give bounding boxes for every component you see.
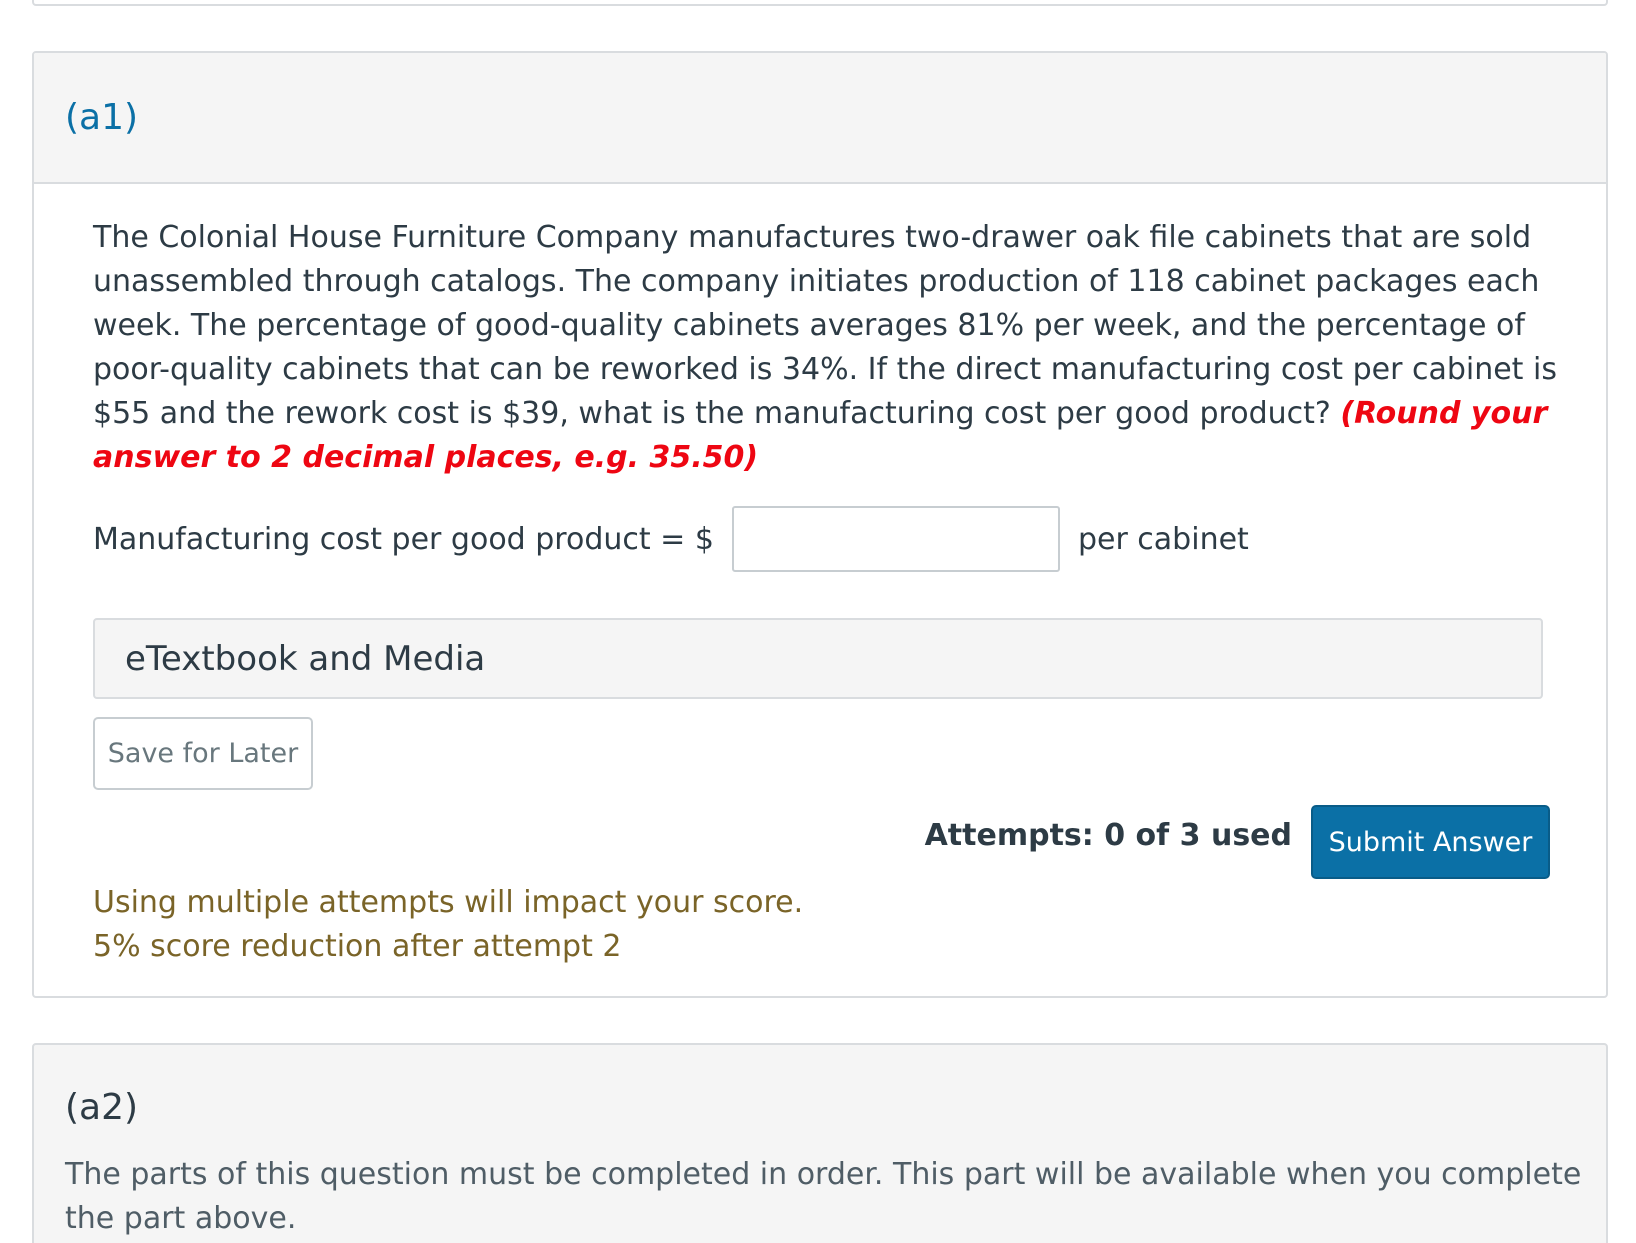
etextbook-media-panel[interactable]: eTextbook and Media: [93, 618, 1543, 699]
submit-answer-button[interactable]: Submit Answer: [1311, 805, 1550, 879]
answer-row: Manufacturing cost per good product = $ …: [93, 506, 1249, 572]
previous-part-card: [32, 0, 1608, 6]
part-a1-header: (a1): [34, 53, 1606, 184]
answer-label: Manufacturing cost per good product = $: [93, 521, 714, 557]
part-a2-locked-message: The parts of this question must be compl…: [65, 1157, 1582, 1236]
attempts-counter: Attempts: 0 of 3 used: [924, 818, 1292, 853]
part-a2-label: (a2): [65, 1087, 139, 1128]
question-part-a2: (a2) The parts of this question must be …: [32, 1043, 1608, 1243]
part-a1-label: (a1): [65, 97, 139, 138]
attempt-warning: Using multiple attempts will impact your…: [93, 881, 803, 969]
answer-input[interactable]: [731, 506, 1060, 572]
question-part-a1: (a1) The Colonial House Furniture Compan…: [32, 51, 1608, 998]
save-for-later-button[interactable]: Save for Later: [93, 717, 313, 790]
attempt-warning-line-2: 5% score reduction after attempt 2: [93, 929, 622, 964]
etextbook-media-label: eTextbook and Media: [125, 638, 486, 679]
question-text: The Colonial House Furniture Company man…: [93, 216, 1563, 480]
page: (a1) The Colonial House Furniture Compan…: [0, 0, 1636, 1243]
attempt-warning-line-1: Using multiple attempts will impact your…: [93, 885, 804, 920]
question-body: The Colonial House Furniture Company man…: [93, 220, 1557, 431]
answer-unit: per cabinet: [1077, 521, 1249, 557]
